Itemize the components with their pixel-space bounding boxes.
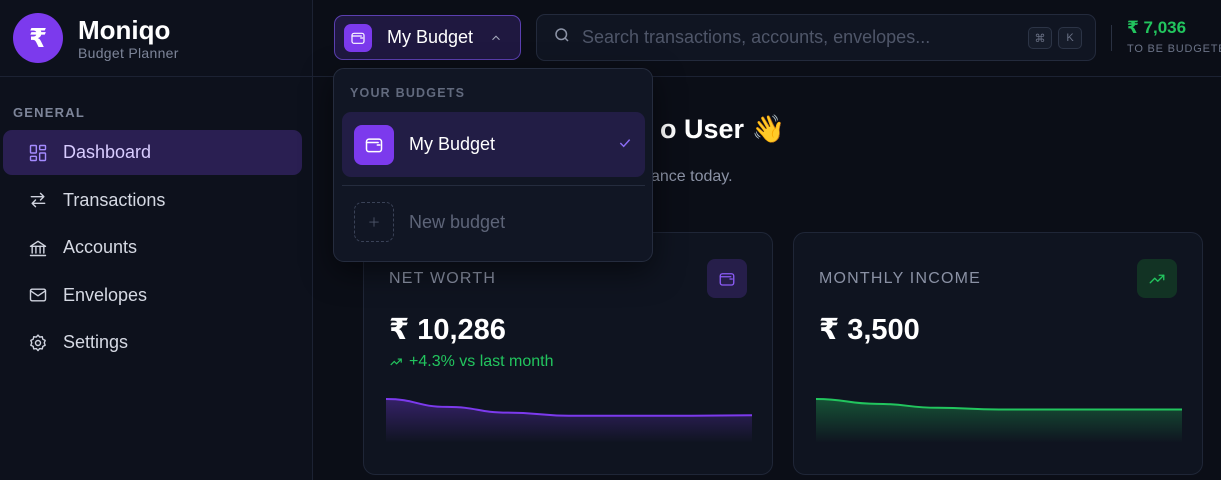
- brand-name: Moniqo: [78, 14, 171, 45]
- card-title: MONTHLY INCOME: [819, 270, 981, 287]
- budget-option-my-budget[interactable]: My Budget: [342, 112, 645, 177]
- budget-selector-button[interactable]: My Budget: [334, 15, 521, 60]
- plus-icon: [354, 202, 394, 242]
- card-change: +4.3% vs last month: [389, 353, 554, 371]
- search-bar[interactable]: ⌘ K: [536, 14, 1096, 61]
- gear-icon: [27, 332, 49, 354]
- sparkline-area: [816, 399, 1182, 443]
- monthly-income-card[interactable]: MONTHLY INCOME ₹ 3,500: [793, 232, 1203, 475]
- search-input[interactable]: [582, 27, 1012, 48]
- dropdown-heading: YOUR BUDGETS: [350, 86, 466, 100]
- arrows-swap-icon: [27, 189, 49, 211]
- new-budget-button[interactable]: New budget: [354, 202, 505, 242]
- sparkline-area: [386, 399, 752, 443]
- trending-up-icon: [1137, 259, 1177, 298]
- new-budget-label: New budget: [409, 211, 506, 232]
- search-icon: [553, 26, 571, 49]
- page-greeting: o User 👋: [660, 114, 786, 144]
- top-bar: My Budget ⌘ K ₹ 7,036 TO BE BUDGETED: [313, 0, 1221, 77]
- wallet-icon: [707, 259, 747, 298]
- card-value: ₹ 10,286: [389, 314, 506, 346]
- to-be-budgeted-amount: ₹ 7,036: [1127, 18, 1187, 37]
- page-subtitle: ance today.: [651, 168, 733, 185]
- shortcut-key-cmd: ⌘: [1028, 27, 1052, 49]
- sidebar-item-accounts[interactable]: Accounts: [3, 225, 302, 270]
- card-change-text: +4.3% vs last month: [409, 353, 554, 370]
- net-worth-card[interactable]: NET WORTH ₹ 10,286 +4.3% vs last month: [363, 232, 773, 475]
- to-be-budgeted-label: TO BE BUDGETED: [1127, 43, 1221, 55]
- dashboard-icon: [27, 142, 49, 164]
- card-value: ₹ 3,500: [819, 314, 920, 346]
- sidebar-item-label: Dashboard: [63, 142, 152, 162]
- trending-up-icon: [390, 358, 402, 366]
- sidebar-item-label: Envelopes: [63, 284, 148, 305]
- sidebar-item-label: Settings: [63, 332, 129, 352]
- sidebar-item-transactions[interactable]: Transactions: [3, 178, 302, 223]
- wallet-icon: [354, 124, 394, 165]
- sidebar-item-dashboard[interactable]: Dashboard: [3, 130, 302, 175]
- budget-selector-label: My Budget: [387, 27, 474, 47]
- sidebar-nav: Dashboard Transactions Accounts Envelope…: [3, 130, 302, 368]
- sidebar-item-settings[interactable]: Settings: [3, 320, 302, 365]
- dropdown-divider: [342, 185, 645, 186]
- divider: [1111, 25, 1112, 51]
- nav-section-label: GENERAL: [13, 105, 85, 120]
- sidebar: ₹ Moniqo Budget Planner GENERAL Dashboar…: [0, 0, 313, 480]
- shortcut-key-k: K: [1058, 27, 1082, 49]
- check-icon: [617, 135, 633, 156]
- monthly-income-sparkline: [816, 398, 1182, 443]
- mail-icon: [27, 284, 49, 306]
- sidebar-item-label: Transactions: [63, 189, 166, 210]
- sidebar-item-label: Accounts: [63, 237, 138, 257]
- brand[interactable]: ₹ Moniqo Budget Planner: [0, 0, 312, 77]
- budget-dropdown: YOUR BUDGETS My Budget New budget: [333, 68, 653, 262]
- budget-option-label: My Budget: [409, 134, 496, 154]
- brand-logo: ₹: [13, 13, 63, 63]
- wallet-icon: [344, 23, 372, 52]
- chevron-up-icon: [489, 31, 503, 45]
- net-worth-sparkline: [386, 398, 752, 443]
- brand-subtitle: Budget Planner: [78, 44, 179, 61]
- sidebar-item-envelopes[interactable]: Envelopes: [3, 273, 302, 318]
- card-title: NET WORTH: [389, 270, 497, 287]
- bank-icon: [27, 237, 49, 259]
